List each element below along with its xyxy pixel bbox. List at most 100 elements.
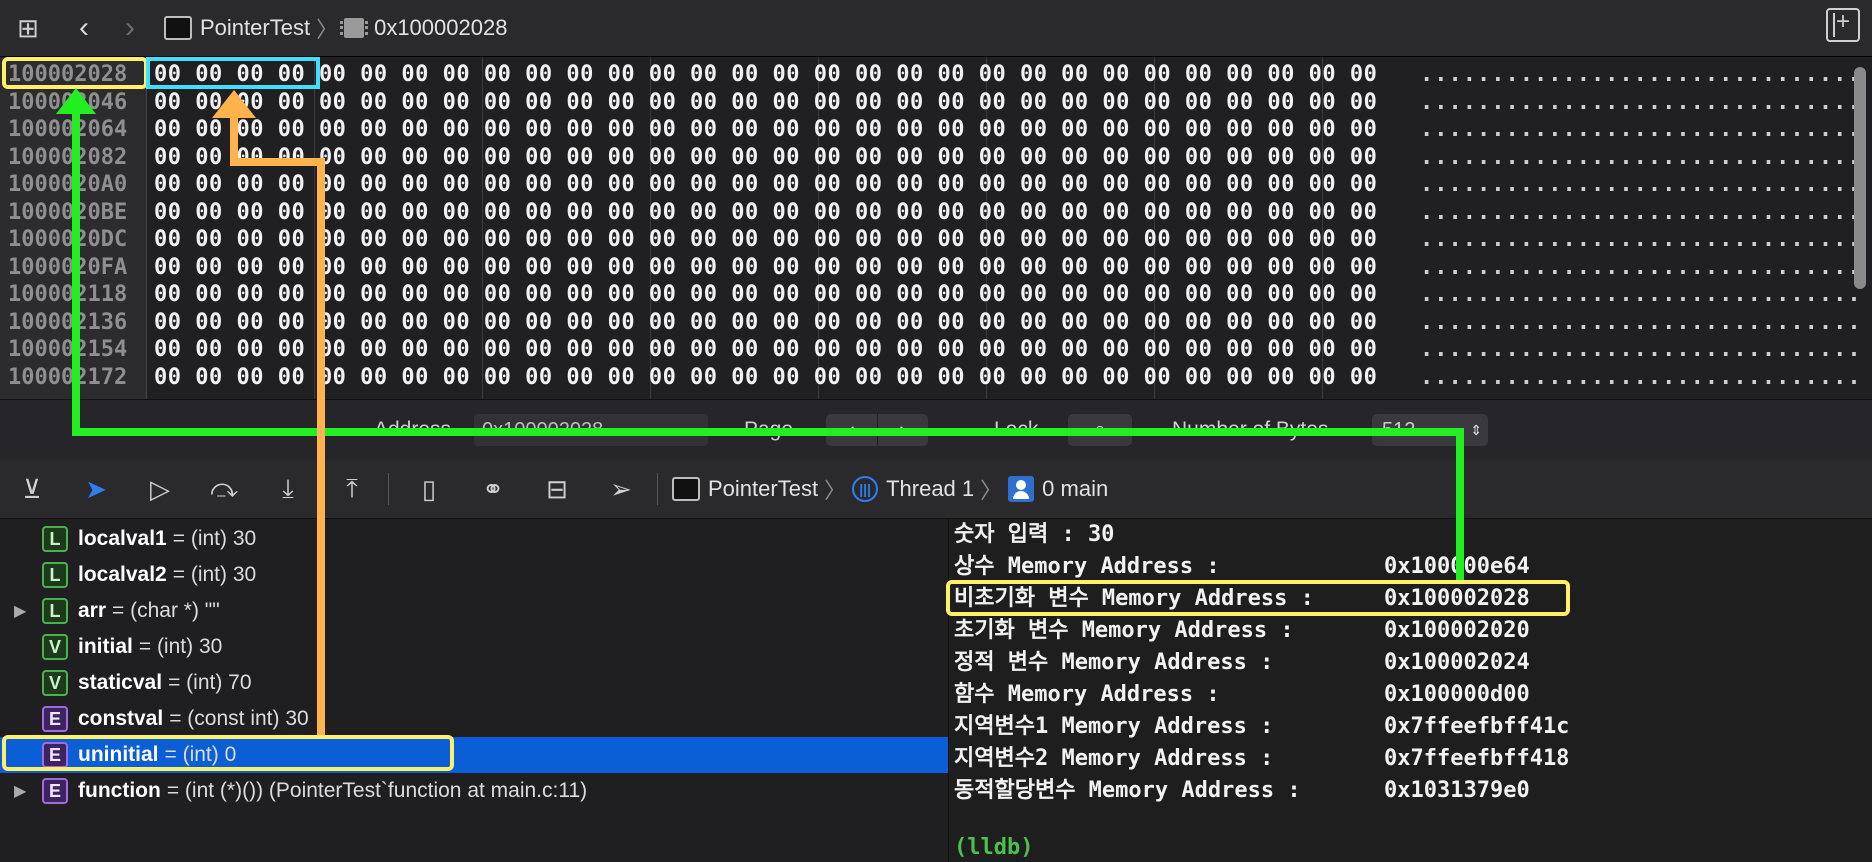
related-items-grid-icon[interactable]: ⊞ [8,8,48,48]
breadcrumb-location[interactable]: 0x100002028 [374,15,507,41]
memory-row-ascii[interactable]: ............................... [1420,89,1862,116]
memory-row-bytes[interactable]: 00 00 00 00 00 00 00 00 00 00 00 00 00 0… [154,199,1377,226]
memory-row-ascii[interactable]: ............................... [1420,171,1862,198]
disclosure-triangle-icon[interactable]: ▶ [14,781,34,801]
address-field[interactable]: 0x100002028 [474,414,708,446]
memory-chip-icon [340,18,369,38]
variable-row[interactable]: Econstval = (const int) 30 [0,701,948,737]
breakpoints-toggle-icon[interactable]: ➤ [72,469,120,509]
console-line-label: 정적 변수 Memory Address : [954,650,1274,675]
debug-project[interactable]: PointerTest [708,476,818,502]
memory-row-ascii[interactable]: ............................... [1420,336,1862,363]
memory-row-ascii[interactable]: ............................... [1420,364,1862,391]
page-label: Page [744,418,794,441]
variable-row[interactable]: Euninitial = (int) 0 [0,737,948,773]
memory-row-bytes[interactable]: 00 00 00 00 00 00 00 00 00 00 00 00 00 0… [154,116,1377,143]
memory-row-address: 100002154 [8,337,128,362]
page-next-icon[interactable]: › [878,414,929,446]
memory-row-ascii[interactable]: ............................... [1420,144,1862,171]
console-line-value: 0x100002020 [1384,618,1530,643]
top-nav-bar: ⊞ ‹ › PointerTest 〉 0x100002028 [0,0,1872,57]
console-line: 정적 변수 Memory Address : 0x100002024 [950,647,1850,679]
lldb-prompt[interactable]: (lldb) [954,835,1033,860]
variable-value: = (int) 30 [172,563,257,586]
variable-kind-badge: V [42,634,68,660]
select-updown-icon: ⇕ [1470,422,1482,438]
memory-row-address: 100002172 [8,364,128,390]
memory-row-ascii[interactable]: ............................... [1420,254,1862,281]
memory-row-ascii[interactable]: ............................... [1420,309,1862,336]
variable-value: = (char *) "" [112,599,220,622]
page-previous-icon[interactable]: ‹ [826,414,878,446]
memory-row-ascii[interactable]: ............................... [1420,199,1862,226]
console-line: 지역변수1 Memory Address : 0x7ffeefbff41c [950,711,1850,743]
console-line: 함수 Memory Address : 0x100000d00 [950,679,1850,711]
memory-row-address: 100002028 [8,62,128,87]
memory-graph-icon[interactable]: ⚭ [469,469,517,509]
variable-row[interactable]: Llocalval1 = (int) 30 [0,521,948,557]
console-line-label: 지역변수2 Memory Address : [954,746,1274,771]
memory-row-ascii[interactable]: ............................... [1420,61,1862,88]
memory-scrollbar[interactable] [1854,67,1866,289]
hide-debug-area-icon[interactable]: ⊻ [8,469,56,509]
debug-bar: ⊻ ➤ ▷ ⤼ ⤓ ⤒ ▯ ⚭ ⊟ ➢ PointerTest 〉 ||| Th… [0,460,1872,519]
step-into-icon[interactable]: ⤓ [264,469,312,509]
simulate-location-icon[interactable]: ➢ [597,469,645,509]
console-line: 초기화 변수 Memory Address : 0x100002020 [950,615,1850,647]
continue-icon[interactable]: ▷ [136,469,184,509]
environment-overrides-icon[interactable]: ⊟ [533,469,581,509]
disclosure-triangle-icon[interactable]: ▶ [14,601,34,621]
address-label: Address [374,418,452,441]
variable-row[interactable]: ▶ Efunction = (int (*)()) (PointerTest`fun… [0,773,948,809]
console-line-label: 비초기화 변수 Memory Address : [954,586,1314,611]
memory-row-address: 1000020FA [8,254,128,280]
forward-chevron-icon[interactable]: › [110,8,150,48]
variable-row[interactable]: ▶ Larr = (char *) "" [0,593,948,629]
memory-row-ascii[interactable]: ............................... [1420,116,1862,143]
console-line-label: 상수 Memory Address : [954,554,1220,579]
lock-button[interactable]: 🔒︎ [1068,414,1132,446]
memory-row-ascii[interactable]: ............................... [1420,281,1862,308]
memory-row-bytes[interactable]: 00 00 00 00 00 00 00 00 00 00 00 00 00 0… [154,281,1377,308]
memory-row-bytes[interactable]: 00 00 00 00 00 00 00 00 00 00 00 00 00 0… [154,61,1377,88]
memory-browser: 100002028 00 00 00 00 00 00 00 00 00 00 0… [0,57,1872,399]
variable-row[interactable]: Vstaticval = (int) 70 [0,665,948,701]
memory-row-address: 100002136 [8,309,128,335]
memory-row-bytes[interactable]: 00 00 00 00 00 00 00 00 00 00 00 00 00 0… [154,226,1377,253]
console-line: 상수 Memory Address : 0x100000e64 [950,551,1850,583]
variable-row[interactable]: Llocalval2 = (int) 30 [0,557,948,593]
stack-frame-user-icon [1008,476,1035,502]
memory-row-bytes[interactable]: 00 00 00 00 00 00 00 00 00 00 00 00 00 0… [154,309,1377,336]
breadcrumb-separator-icon: 〉 [824,478,847,503]
memory-row-bytes[interactable]: 00 00 00 00 00 00 00 00 00 00 00 00 00 0… [154,171,1377,198]
debug-breadcrumb: PointerTest 〉 ||| Thread 1 〉 0 main [672,473,1108,505]
variable-name: constval [78,707,164,730]
memory-row-bytes[interactable]: 00 00 00 00 00 00 00 00 00 00 00 00 00 0… [154,144,1377,171]
add-editor-icon[interactable] [1826,8,1860,42]
variables-view: Llocalval1 = (int) 30 Llocalval2 = (int) 30… [0,519,949,862]
page-stepper[interactable]: ‹ › [826,414,928,446]
step-over-icon[interactable]: ⤼ [200,469,248,509]
breadcrumb-separator-icon: 〉 [316,17,339,42]
back-chevron-icon[interactable]: ‹ [64,8,104,48]
debug-frame[interactable]: 0 main [1042,476,1108,502]
variable-value: = (int) 0 [164,743,237,766]
step-out-icon[interactable]: ⤒ [328,469,376,509]
number-of-bytes-select[interactable]: 512 ⇕ [1372,414,1488,446]
view-hierarchy-icon[interactable]: ▯ [405,469,453,509]
console-output[interactable]: 숫자 입력 : 30 상수 Memory Address : 0x100000e64… [950,519,1872,862]
memory-row-bytes[interactable]: 00 00 00 00 00 00 00 00 00 00 00 00 00 0… [154,336,1377,363]
console-line-value: 0x7ffeefbff418 [1384,746,1570,771]
breadcrumb-project[interactable]: PointerTest [200,15,310,41]
memory-row-ascii[interactable]: ............................... [1420,226,1862,253]
memory-row-bytes[interactable]: 00 00 00 00 00 00 00 00 00 00 00 00 00 0… [154,364,1377,391]
variable-name: arr [78,599,107,622]
memory-row-bytes[interactable]: 00 00 00 00 00 00 00 00 00 00 00 00 00 0… [154,254,1377,281]
debug-thread[interactable]: Thread 1 [886,476,974,502]
variable-row[interactable]: Vinitial = (int) 30 [0,629,948,665]
console-line: 동적할당변수 Memory Address : 0x1031379e0 [950,775,1850,807]
variable-name: staticval [78,671,163,694]
memory-row-bytes[interactable]: 00 00 00 00 00 00 00 00 00 00 00 00 00 0… [154,89,1377,116]
terminal-app-icon [164,16,192,40]
memory-row-address: 100002118 [8,282,128,307]
